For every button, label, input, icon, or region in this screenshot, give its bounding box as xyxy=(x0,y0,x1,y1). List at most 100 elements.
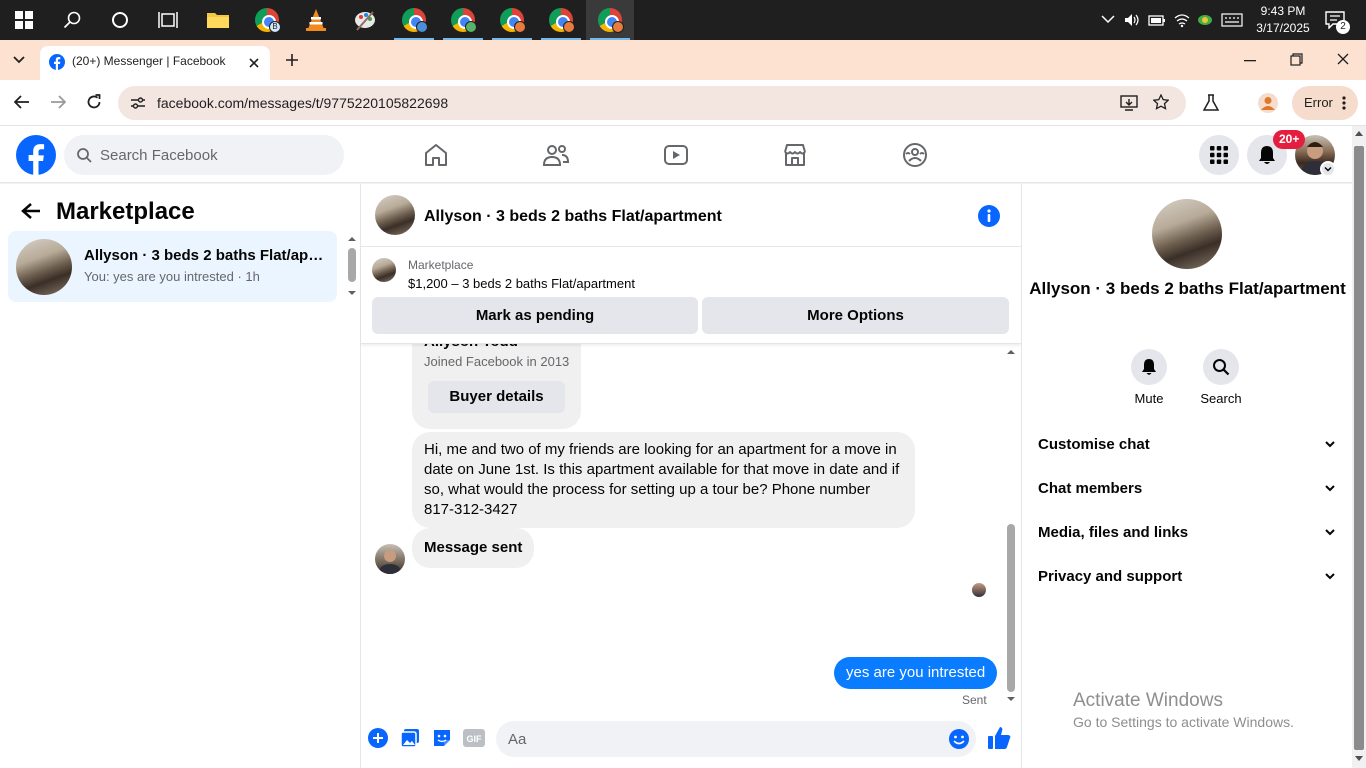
conversation-list-panel: Marketplace Allyson · 3 beds 2 baths Fla… xyxy=(0,184,361,768)
scroll-down-arrow-icon[interactable] xyxy=(1006,696,1016,702)
minimize-icon[interactable] xyxy=(1244,60,1256,62)
restore-icon[interactable] xyxy=(1290,53,1303,66)
tab-title: (20+) Messenger | Facebook xyxy=(72,54,226,68)
privacy-support-section[interactable]: Privacy and support xyxy=(1030,555,1345,599)
facebook-search-box[interactable] xyxy=(64,135,344,175)
browser-toolbar: facebook.com/messages/t/9775220105822698… xyxy=(0,80,1366,126)
close-tab-icon[interactable] xyxy=(249,58,259,68)
bookmark-star-icon[interactable] xyxy=(1153,94,1169,110)
sender-avatar[interactable] xyxy=(375,544,405,574)
scroll-down-arrow-icon[interactable] xyxy=(1355,756,1363,761)
taskbar-chrome-profile-2[interactable] xyxy=(390,0,438,40)
taskbar-clock[interactable]: 9:43 PM 3/17/2025 xyxy=(1250,3,1316,37)
back-arrow-icon[interactable] xyxy=(21,202,41,220)
search-in-chat-button[interactable]: Search xyxy=(1191,349,1251,406)
message-input[interactable] xyxy=(508,721,928,757)
marketplace-store-icon xyxy=(784,144,806,166)
facebook-search-input[interactable] xyxy=(100,135,330,175)
browser-error-button[interactable]: Error xyxy=(1292,86,1358,120)
task-view-icon xyxy=(158,12,178,28)
taskbar-chrome-profile-4[interactable] xyxy=(488,0,536,40)
customise-chat-section[interactable]: Customise chat xyxy=(1030,423,1345,467)
system-message-bubble: Message sent xyxy=(412,528,535,568)
network-status-icon[interactable] xyxy=(1196,12,1214,28)
menu-grid-button[interactable] xyxy=(1199,135,1239,175)
listing-thumbnail[interactable] xyxy=(372,258,396,282)
keyboard-icon[interactable] xyxy=(1221,13,1243,27)
chevron-up-icon[interactable] xyxy=(1101,14,1115,24)
video-play-icon xyxy=(664,145,688,165)
chat-avatar[interactable] xyxy=(375,195,415,235)
message-status: Sent xyxy=(962,693,987,707)
svg-text:GIF: GIF xyxy=(467,734,483,744)
nav-video-button[interactable] xyxy=(621,134,731,176)
taskbar-chrome-active[interactable] xyxy=(586,0,634,40)
search-icon xyxy=(63,11,81,29)
photo-icon[interactable] xyxy=(400,728,420,748)
buyer-details-button[interactable]: Buyer details xyxy=(428,381,565,413)
close-window-icon[interactable] xyxy=(1337,53,1349,65)
profile-avatar-button[interactable] xyxy=(1258,93,1278,113)
nav-marketplace-button[interactable] xyxy=(740,134,850,176)
forward-arrow-icon[interactable] xyxy=(50,95,66,109)
wifi-icon[interactable] xyxy=(1174,12,1190,28)
taskbar-vlc[interactable] xyxy=(292,0,340,40)
taskbar-file-explorer[interactable] xyxy=(194,0,242,40)
taskbar-search-button[interactable] xyxy=(48,0,96,40)
chat-scrollbar-thumb[interactable] xyxy=(1007,524,1015,692)
panel-title: Marketplace xyxy=(56,198,195,225)
nav-friends-button[interactable] xyxy=(501,134,611,176)
like-thumbs-up-icon[interactable] xyxy=(987,726,1011,750)
scroll-up-arrow-icon[interactable] xyxy=(1006,349,1016,355)
account-menu-chevron[interactable] xyxy=(1320,161,1336,177)
windows-start-button[interactable] xyxy=(0,0,48,40)
new-tab-plus-icon[interactable] xyxy=(285,53,299,67)
conversation-list-scrollbar-thumb[interactable] xyxy=(348,248,356,282)
labs-flask-icon[interactable] xyxy=(1203,94,1219,112)
mute-button[interactable]: Mute xyxy=(1119,349,1179,406)
page-scrollbar[interactable] xyxy=(1352,126,1366,768)
conversation-item[interactable]: Allyson · 3 beds 2 baths Flat/apartment … xyxy=(8,231,337,302)
battery-icon[interactable] xyxy=(1148,13,1166,27)
incoming-message-bubble[interactable]: Hi, me and two of my friends are looking… xyxy=(412,432,915,528)
cortana-button[interactable] xyxy=(96,0,144,40)
scroll-down-arrow-icon[interactable] xyxy=(347,290,357,296)
gif-icon[interactable]: GIF xyxy=(463,729,485,747)
chat-members-section[interactable]: Chat members xyxy=(1030,467,1345,511)
taskbar-paint[interactable] xyxy=(341,0,389,40)
nav-groups-button[interactable] xyxy=(860,134,970,176)
listing-price-title[interactable]: $1,200 – 3 beds 2 baths Flat/apartment xyxy=(408,276,635,291)
section-label: Chat members xyxy=(1038,480,1143,497)
facebook-logo-icon[interactable] xyxy=(16,135,56,175)
scroll-up-arrow-icon[interactable] xyxy=(347,236,357,242)
mute-label: Mute xyxy=(1134,391,1164,406)
tab-search-chevron-icon[interactable] xyxy=(13,55,25,65)
volume-icon[interactable] xyxy=(1124,12,1140,28)
chat-title[interactable]: Allyson · 3 beds 2 baths Flat/apartment xyxy=(424,208,722,226)
outgoing-message-bubble[interactable]: yes are you intrested xyxy=(834,657,998,689)
taskbar-chrome-profile-b[interactable]: B xyxy=(243,0,291,40)
install-app-icon[interactable] xyxy=(1120,95,1138,111)
page-scrollbar-thumb[interactable] xyxy=(1354,146,1364,750)
more-options-button[interactable]: More Options xyxy=(702,297,1009,334)
taskbar-chrome-profile-3[interactable] xyxy=(439,0,487,40)
sticker-icon[interactable] xyxy=(432,728,452,748)
mark-as-pending-button[interactable]: Mark as pending xyxy=(372,297,698,334)
profile-photo[interactable] xyxy=(1152,199,1222,269)
friends-icon xyxy=(542,145,570,166)
site-settings-icon[interactable] xyxy=(130,96,146,110)
back-arrow-icon[interactable] xyxy=(14,95,30,109)
task-view-button[interactable] xyxy=(144,0,192,40)
reload-icon[interactable] xyxy=(86,94,102,110)
plus-circle-icon[interactable] xyxy=(368,728,388,748)
info-icon[interactable] xyxy=(978,205,1000,227)
scroll-up-arrow-icon[interactable] xyxy=(1355,131,1363,136)
emoji-icon[interactable] xyxy=(948,728,970,750)
media-files-links-section[interactable]: Media, files and links xyxy=(1030,511,1345,555)
address-bar[interactable]: facebook.com/messages/t/9775220105822698 xyxy=(118,86,1186,120)
nav-home-button[interactable] xyxy=(381,134,491,176)
taskbar-chrome-profile-5[interactable] xyxy=(537,0,585,40)
browser-tab-messenger[interactable]: (20+) Messenger | Facebook xyxy=(40,46,270,80)
action-center-button[interactable]: 2 xyxy=(1322,8,1352,34)
message-composer[interactable] xyxy=(496,721,976,757)
